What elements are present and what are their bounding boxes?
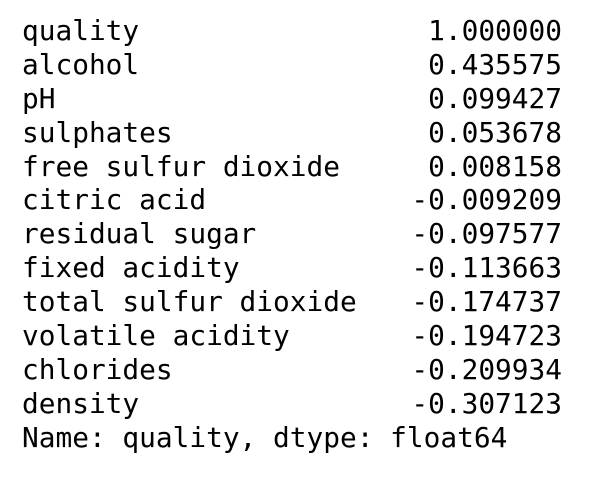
row-value: -0.113663 xyxy=(411,251,562,285)
row-label: residual sugar xyxy=(22,217,257,251)
series-row: quality 1.000000 xyxy=(22,14,562,48)
row-value: 0.053678 xyxy=(428,115,562,149)
row-value: 1.000000 xyxy=(428,14,562,47)
row-label: chlorides xyxy=(22,352,173,386)
row-value: -0.307123 xyxy=(411,386,562,420)
row-value: -0.209934 xyxy=(411,352,562,386)
series-row: residual sugar -0.097577 xyxy=(22,217,562,251)
series-output: quality 1.000000 alcohol 0.435575 pH 0.0… xyxy=(22,14,562,455)
row-value: 0.008158 xyxy=(428,149,562,183)
series-row: volatile acidity -0.194723 xyxy=(22,319,562,353)
row-value: -0.174737 xyxy=(411,285,562,319)
row-value: -0.194723 xyxy=(411,319,562,353)
series-row: alcohol 0.435575 xyxy=(22,48,562,82)
series-row: sulphates 0.053678 xyxy=(22,116,562,150)
row-label: sulphates xyxy=(22,115,173,149)
series-row: total sulfur dioxide -0.174737 xyxy=(22,285,562,319)
series-footer: Name: quality, dtype: float64 xyxy=(22,420,508,454)
series-row: citric acid -0.009209 xyxy=(22,183,562,217)
row-label: citric acid xyxy=(22,183,207,217)
series-row: fixed acidity -0.113663 xyxy=(22,251,562,285)
series-row: pH 0.099427 xyxy=(22,82,562,116)
row-label: fixed acidity xyxy=(22,251,240,285)
row-label: density xyxy=(22,386,140,420)
row-value: -0.097577 xyxy=(411,217,562,251)
row-label: total sulfur dioxide xyxy=(22,285,357,319)
row-label: free sulfur dioxide xyxy=(22,149,340,183)
series-row: free sulfur dioxide 0.008158 xyxy=(22,150,562,184)
row-label: alcohol xyxy=(22,47,140,81)
row-label: volatile acidity xyxy=(22,319,290,353)
row-value: 0.435575 xyxy=(428,47,562,81)
row-value: -0.009209 xyxy=(411,183,562,217)
row-label: quality xyxy=(22,14,140,47)
row-label: pH xyxy=(22,81,56,115)
series-row: chlorides -0.209934 xyxy=(22,353,562,387)
series-row: density -0.307123 xyxy=(22,387,562,421)
row-value: 0.099427 xyxy=(428,81,562,115)
